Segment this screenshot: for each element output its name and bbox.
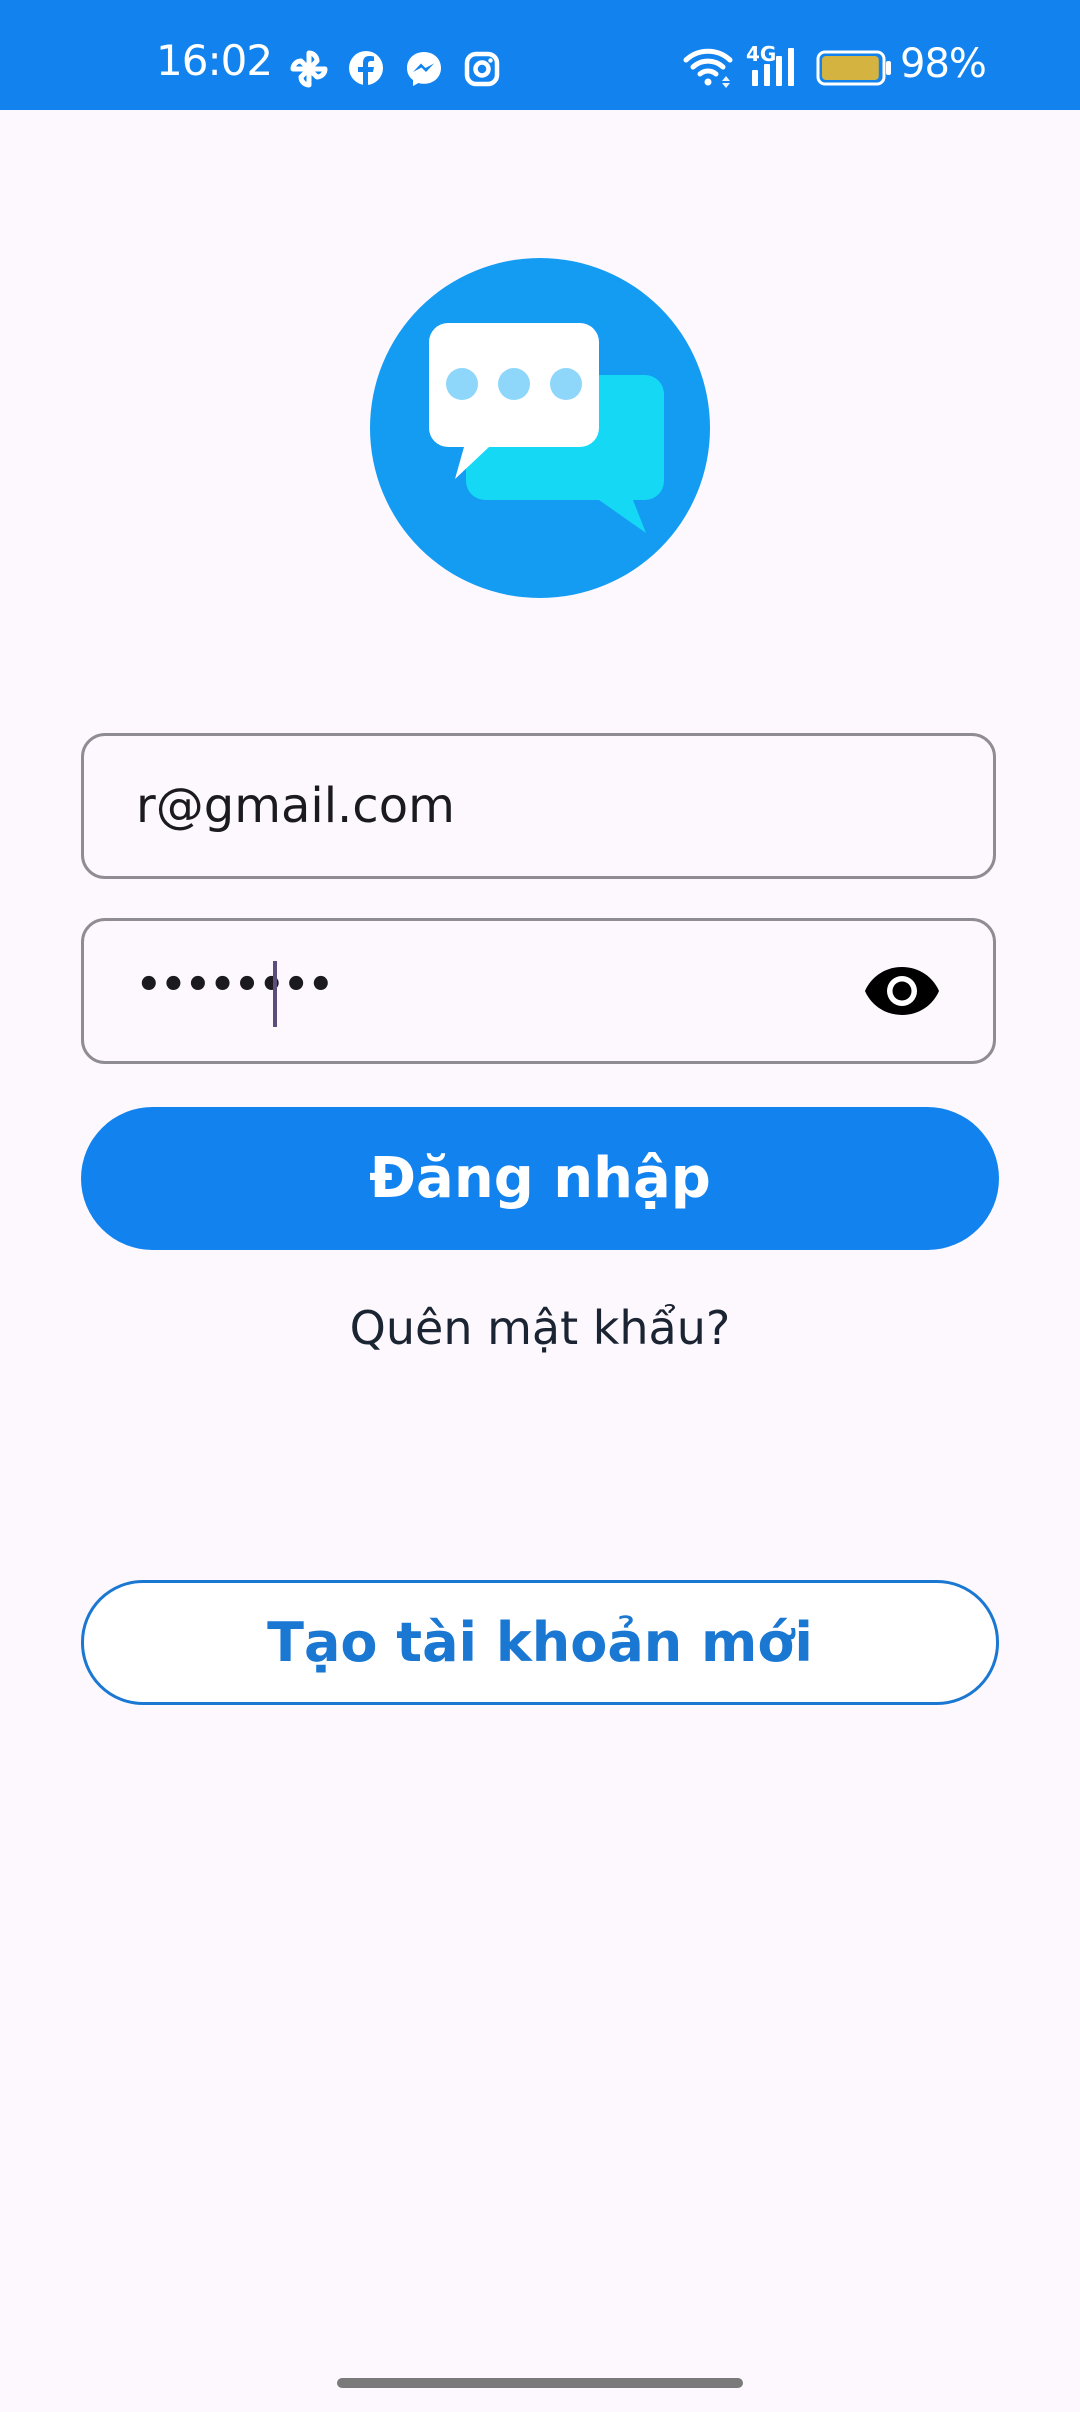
status-bar: 16:02 4G 98%: [0, 0, 1080, 110]
password-field[interactable]: ••••••••: [81, 918, 996, 1064]
status-time: 16:02: [156, 36, 273, 85]
wifi-icon: [683, 48, 733, 88]
home-indicator[interactable]: [337, 2378, 743, 2388]
forgot-password-link[interactable]: Quên mật khẩu?: [0, 1301, 1080, 1355]
login-button[interactable]: Đăng nhập: [81, 1107, 999, 1250]
facebook-icon: [349, 51, 383, 86]
app-logo: [370, 258, 710, 598]
instagram-icon: [464, 51, 500, 87]
password-value: ••••••••: [136, 962, 334, 1009]
create-account-button[interactable]: Tạo tài khoản mới: [81, 1580, 999, 1705]
cellular-signal-icon: 4G: [746, 42, 802, 88]
battery-icon: [816, 50, 891, 86]
chat-bubbles-icon: [429, 323, 664, 533]
email-field[interactable]: r@gmail.com: [81, 733, 996, 879]
battery-percent: 98%: [900, 41, 987, 87]
messenger-icon: [407, 52, 441, 86]
pinwheel-icon: [290, 50, 328, 88]
eye-icon[interactable]: [863, 963, 941, 1019]
text-cursor: [273, 961, 277, 1027]
email-value: r@gmail.com: [136, 778, 455, 834]
